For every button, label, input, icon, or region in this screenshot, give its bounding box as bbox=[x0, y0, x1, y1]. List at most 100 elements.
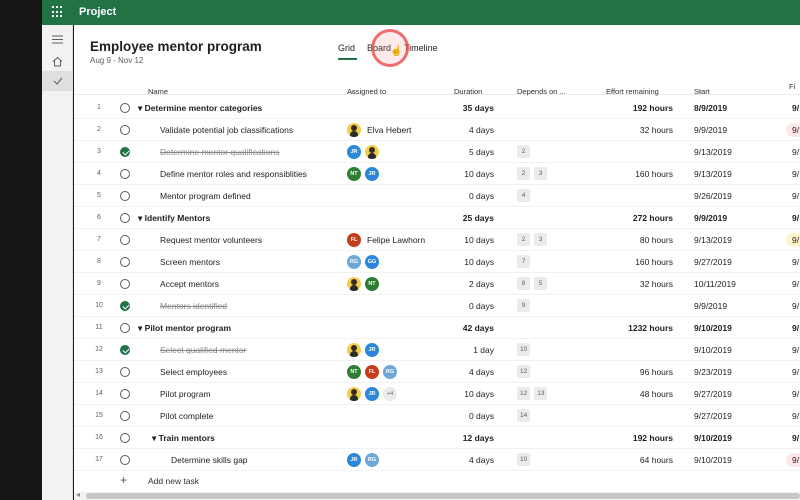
task-name[interactable]: Determine skills gap bbox=[171, 455, 248, 465]
depends-cell[interactable]: 23 bbox=[517, 233, 551, 246]
start-cell[interactable]: 9/10/2019 bbox=[694, 323, 732, 333]
task-name[interactable]: Pilot complete bbox=[160, 411, 213, 421]
avatar[interactable]: JR bbox=[365, 167, 379, 181]
tab-board[interactable]: Board bbox=[367, 43, 391, 53]
dependency-badge[interactable]: 10 bbox=[517, 453, 531, 466]
finish-cell[interactable]: 9/ bbox=[786, 387, 800, 401]
scroll-left-icon[interactable]: ◂ bbox=[76, 490, 80, 499]
start-cell[interactable]: 9/13/2019 bbox=[694, 235, 732, 245]
task-row[interactable]: 15 Pilot complete 0 days 14 9/27/2019 9/ bbox=[74, 405, 800, 427]
task-name[interactable]: Define mentor roles and responsiblities bbox=[160, 169, 307, 179]
assigned-cell[interactable]: FL Felipe Lawhorn bbox=[347, 233, 425, 247]
depends-cell[interactable]: 85 bbox=[517, 277, 551, 290]
duration-cell[interactable]: 2 days bbox=[444, 279, 494, 289]
start-cell[interactable]: 9/10/2019 bbox=[694, 345, 732, 355]
effort-cell[interactable]: 32 hours bbox=[604, 125, 673, 135]
scrollbar-thumb[interactable] bbox=[86, 493, 800, 499]
finish-cell[interactable]: 9/ bbox=[786, 431, 800, 445]
dependency-badge[interactable]: 3 bbox=[534, 233, 547, 246]
effort-cell[interactable]: 96 hours bbox=[604, 367, 673, 377]
complete-circle-icon[interactable] bbox=[120, 257, 130, 267]
start-cell[interactable]: 9/23/2019 bbox=[694, 367, 732, 377]
start-cell[interactable]: 9/9/2019 bbox=[694, 301, 727, 311]
assigned-cell[interactable]: JR RG bbox=[347, 453, 383, 467]
start-cell[interactable]: 9/27/2019 bbox=[694, 389, 732, 399]
task-name[interactable]: Mentor program defined bbox=[160, 191, 251, 201]
task-row[interactable]: 14 Pilot program JR +4 10 days 12 13 48 hours 9/… bbox=[74, 383, 800, 405]
add-task-row[interactable]: + Add new task bbox=[74, 471, 800, 491]
start-cell[interactable]: 8/9/2019 bbox=[694, 103, 727, 113]
avatar[interactable]: GG bbox=[365, 255, 379, 269]
complete-circle-icon[interactable] bbox=[120, 367, 130, 377]
dependency-badge[interactable]: 2 bbox=[517, 145, 530, 158]
complete-circle-icon[interactable] bbox=[120, 279, 130, 289]
avatar-photo[interactable] bbox=[347, 277, 361, 291]
dependency-badge[interactable]: 7 bbox=[517, 255, 530, 268]
depends-cell[interactable]: 14 bbox=[517, 409, 534, 422]
dependency-badge[interactable]: 5 bbox=[534, 277, 547, 290]
task-row[interactable]: 13 Select employees NT FL RG 4 days 12 96 hours… bbox=[74, 361, 800, 383]
task-row[interactable]: 9 Accept mentors NT 2 days 8 5 32 hours 10/11/2… bbox=[74, 273, 800, 295]
task-name[interactable]: Select employees bbox=[160, 367, 227, 377]
dependency-badge[interactable]: 13 bbox=[534, 387, 548, 400]
finish-cell[interactable]: 9/ bbox=[786, 299, 800, 313]
depends-cell[interactable]: 23 bbox=[517, 167, 551, 180]
finish-cell[interactable]: 9/ bbox=[786, 409, 800, 423]
duration-cell[interactable]: 10 days bbox=[444, 169, 494, 179]
assigned-cell[interactable]: NT JR bbox=[347, 167, 383, 181]
dependency-badge[interactable]: 4 bbox=[517, 189, 530, 202]
task-row[interactable]: 5 Mentor program defined 0 days 4 9/26/2019 9… bbox=[74, 185, 800, 207]
task-row[interactable]: 8 Screen mentors RG GG 10 days 7 160 hours 9/27… bbox=[74, 251, 800, 273]
duration-cell[interactable]: 1 day bbox=[444, 345, 494, 355]
avatar[interactable]: JR bbox=[365, 387, 379, 401]
dependency-badge[interactable]: 2 bbox=[517, 233, 530, 246]
task-name[interactable]: Validate potential job classifications bbox=[160, 125, 293, 135]
avatar-photo[interactable] bbox=[347, 123, 361, 137]
avatar[interactable]: RG bbox=[365, 453, 379, 467]
home-icon[interactable] bbox=[42, 51, 73, 71]
finish-cell[interactable]: 9/ bbox=[786, 145, 800, 159]
dependency-badge[interactable]: 14 bbox=[517, 409, 531, 422]
depends-cell[interactable]: 10 bbox=[517, 343, 534, 356]
task-name[interactable]: ▾ Train mentors bbox=[152, 433, 215, 444]
finish-cell[interactable]: 9/ bbox=[786, 123, 800, 137]
avatar[interactable]: JR bbox=[365, 343, 379, 357]
effort-cell[interactable]: 48 hours bbox=[604, 389, 673, 399]
duration-cell[interactable]: 42 days bbox=[444, 323, 494, 333]
start-cell[interactable]: 9/10/2019 bbox=[694, 433, 732, 443]
app-launcher-icon[interactable] bbox=[52, 6, 64, 18]
dependency-badge[interactable]: 9 bbox=[517, 299, 530, 312]
duration-cell[interactable]: 10 days bbox=[444, 235, 494, 245]
complete-circle-icon[interactable] bbox=[120, 411, 130, 421]
finish-cell[interactable]: 9/ bbox=[786, 255, 800, 269]
start-cell[interactable]: 9/13/2019 bbox=[694, 169, 732, 179]
avatar[interactable]: FL bbox=[365, 365, 379, 379]
avatar[interactable]: JR bbox=[347, 453, 361, 467]
complete-circle-icon[interactable] bbox=[120, 323, 130, 333]
duration-cell[interactable]: 4 days bbox=[444, 125, 494, 135]
more-assignees[interactable]: +4 bbox=[383, 387, 397, 401]
effort-cell[interactable]: 272 hours bbox=[604, 213, 673, 223]
complete-circle-icon[interactable] bbox=[120, 169, 130, 179]
col-finish[interactable]: Fi bbox=[789, 82, 795, 91]
dependency-badge[interactable]: 12 bbox=[517, 387, 531, 400]
avatar-photo[interactable] bbox=[347, 343, 361, 357]
avatar[interactable]: RG bbox=[383, 365, 397, 379]
task-row[interactable]: 2 Validate potential job classifications E… bbox=[74, 119, 800, 141]
start-cell[interactable]: 10/11/2019 bbox=[694, 279, 736, 289]
avatar[interactable]: NT bbox=[347, 365, 361, 379]
duration-cell[interactable]: 12 days bbox=[444, 433, 494, 443]
duration-cell[interactable]: 0 days bbox=[444, 191, 494, 201]
task-row[interactable]: 12 Select qualified mentor JR 1 day 10 9/10/2… bbox=[74, 339, 800, 361]
avatar[interactable]: RG bbox=[347, 255, 361, 269]
horizontal-scrollbar[interactable]: ◂ bbox=[74, 490, 800, 500]
collapse-chevron-icon[interactable]: ▾ bbox=[138, 323, 142, 333]
task-row[interactable]: 10 Mentors identified 0 days 9 9/9/2019 9/ bbox=[74, 295, 800, 317]
effort-cell[interactable]: 160 hours bbox=[604, 257, 673, 267]
effort-cell[interactable]: 192 hours bbox=[604, 433, 673, 443]
depends-cell[interactable]: 12 bbox=[517, 365, 534, 378]
finish-cell[interactable]: 9/ bbox=[786, 101, 800, 115]
assigned-cell[interactable]: JR +4 bbox=[347, 387, 401, 401]
task-name[interactable]: Select qualified mentor bbox=[160, 345, 246, 355]
duration-cell[interactable]: 35 days bbox=[444, 103, 494, 113]
